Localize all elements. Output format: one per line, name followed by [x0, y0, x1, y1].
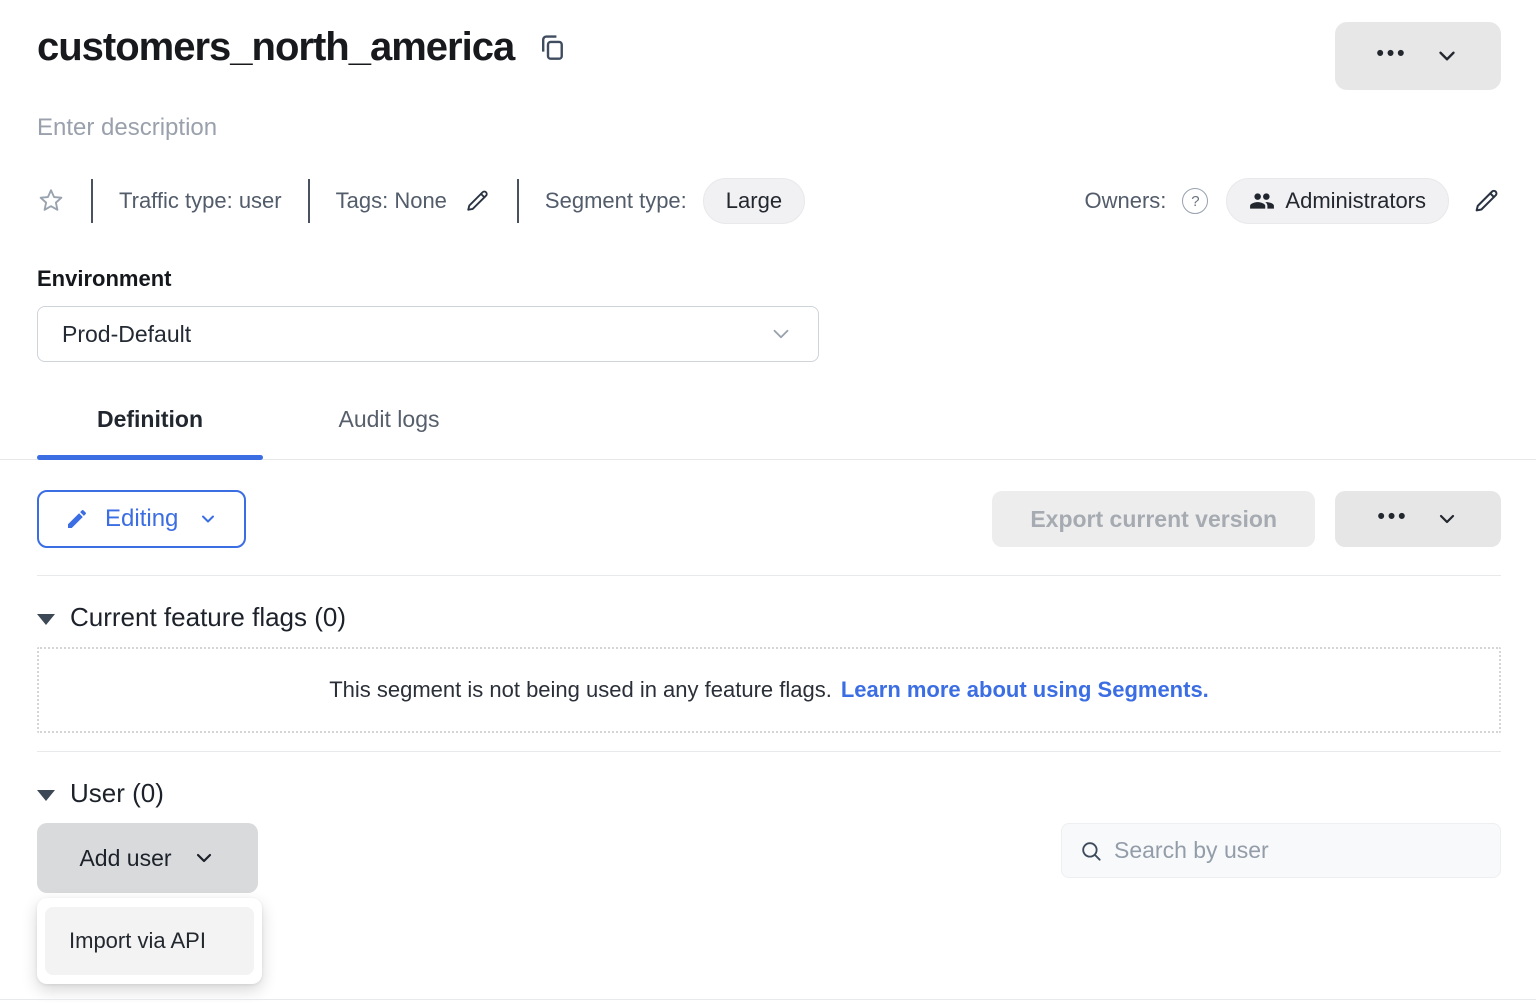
- editing-label: Editing: [105, 505, 178, 533]
- chevron-down-icon: [1435, 507, 1459, 531]
- menu-item-import-via-api[interactable]: Import via API: [45, 907, 254, 975]
- chevron-down-icon: [192, 846, 216, 870]
- page-title: customers_north_america: [37, 24, 514, 70]
- tab-audit-logs[interactable]: Audit logs: [263, 398, 515, 459]
- export-current-version-button[interactable]: Export current version: [992, 491, 1315, 547]
- add-user-dropdown-menu: Import via API: [37, 898, 262, 984]
- learn-more-link[interactable]: Learn more about using Segments.: [841, 677, 1209, 703]
- chevron-down-icon: [768, 321, 794, 347]
- user-section-header[interactable]: User (0): [37, 778, 1501, 809]
- edit-tags-icon[interactable]: [463, 187, 491, 215]
- traffic-type-label: Traffic type: user: [119, 188, 282, 214]
- help-icon[interactable]: ?: [1182, 188, 1208, 214]
- people-icon: [1249, 188, 1275, 214]
- feature-flags-section-header[interactable]: Current feature flags (0): [37, 602, 1501, 633]
- search-icon: [1078, 838, 1104, 864]
- meta-row: Traffic type: user Tags: None Segment ty…: [37, 178, 1501, 224]
- page-more-button[interactable]: •••: [1335, 22, 1501, 90]
- section-divider: [37, 751, 1501, 752]
- meta-divider: [517, 179, 519, 223]
- user-search-box[interactable]: [1061, 823, 1501, 878]
- caret-down-icon: [37, 790, 55, 801]
- more-dots-icon: •••: [1377, 506, 1408, 533]
- segment-type-badge: Large: [703, 178, 805, 224]
- page-header: customers_north_america •••: [37, 24, 1501, 90]
- owners-label: Owners:: [1084, 188, 1166, 214]
- meta-divider: [308, 179, 310, 223]
- owners-value: Administrators: [1285, 188, 1426, 214]
- description-placeholder[interactable]: Enter description: [37, 114, 1501, 142]
- segment-detail-page: customers_north_america ••• Enter descri…: [0, 0, 1536, 1002]
- feature-flags-section-title: Current feature flags (0): [70, 602, 346, 633]
- tab-definition[interactable]: Definition: [37, 398, 263, 459]
- user-section-title: User (0): [70, 778, 164, 809]
- star-icon[interactable]: [37, 187, 65, 215]
- chevron-down-icon: [198, 509, 218, 529]
- empty-state-text: This segment is not being used in any fe…: [329, 677, 832, 703]
- chevron-down-icon: [1434, 43, 1460, 69]
- owners-badge[interactable]: Administrators: [1226, 178, 1449, 224]
- more-dots-icon: •••: [1376, 43, 1407, 70]
- environment-section: Environment Prod-Default: [37, 266, 1501, 362]
- pencil-icon: [65, 507, 89, 531]
- search-by-user-input[interactable]: [1114, 837, 1484, 864]
- user-section-controls: Add user Import via API: [37, 823, 1501, 893]
- table-top-border: [0, 999, 1536, 1000]
- section-divider: [37, 575, 1501, 576]
- editing-mode-button[interactable]: Editing: [37, 490, 246, 548]
- definition-toolbar: Editing Export current version •••: [37, 490, 1501, 548]
- active-tab-underline: [37, 455, 263, 460]
- edit-owners-icon[interactable]: [1471, 186, 1501, 216]
- caret-down-icon: [37, 614, 55, 625]
- copy-icon[interactable]: [536, 31, 568, 63]
- tab-bar: Definition Audit logs: [0, 398, 1536, 460]
- add-user-label: Add user: [79, 845, 171, 872]
- environment-label: Environment: [37, 266, 1501, 292]
- tags-label: Tags: None: [336, 188, 447, 214]
- feature-flags-empty-state: This segment is not being used in any fe…: [37, 647, 1501, 733]
- add-user-button[interactable]: Add user: [37, 823, 258, 893]
- definition-more-button[interactable]: •••: [1335, 491, 1501, 547]
- segment-type-label: Segment type:: [545, 188, 687, 214]
- environment-selected-value: Prod-Default: [62, 321, 191, 348]
- meta-divider: [91, 179, 93, 223]
- environment-select[interactable]: Prod-Default: [37, 306, 819, 362]
